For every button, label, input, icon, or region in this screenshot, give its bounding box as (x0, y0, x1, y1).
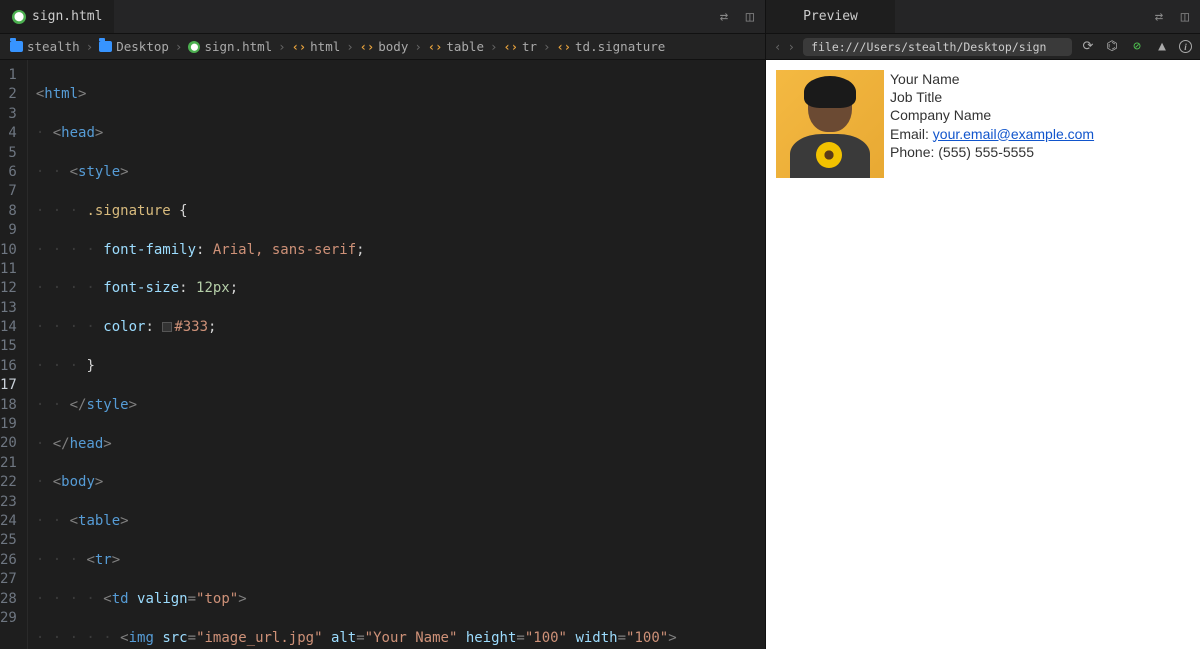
forward-icon[interactable]: › (788, 39, 796, 54)
folder-icon (99, 41, 112, 52)
split-editor-icon[interactable]: ◫ (741, 8, 759, 26)
signature-text: Your Name Job Title Company Name Email: … (890, 70, 1094, 161)
chevron-right-icon: › (541, 39, 553, 54)
breadcrumb-item[interactable]: Desktop (99, 39, 169, 54)
editor-tabs: ⬤ sign.html ⇄ ◫ (0, 0, 765, 33)
code-content[interactable]: <html> · <head> · · <style> · · · .signa… (28, 60, 765, 649)
signature-title: Job Title (890, 88, 1094, 106)
devtools-icon[interactable]: ⌬ (1104, 39, 1120, 54)
main-area: stealth › Desktop › ⬤sign.html › ‹›html … (0, 34, 1200, 649)
tab-sign-html[interactable]: ⬤ sign.html (0, 0, 115, 33)
tab-label: Preview (803, 9, 858, 24)
signature-table: Your Name Job Title Company Name Email: … (776, 70, 1190, 178)
tab-label: sign.html (32, 9, 102, 24)
chevron-right-icon: › (412, 39, 424, 54)
code-element-icon: ‹› (360, 40, 374, 54)
code-element-icon: ‹› (504, 40, 518, 54)
html-file-icon: ⬤ (188, 41, 200, 53)
breadcrumb-item[interactable]: ⬤sign.html (188, 39, 272, 54)
preview-document: Your Name Job Title Company Name Email: … (766, 60, 1200, 649)
breadcrumb-item[interactable]: ‹›html (292, 39, 341, 54)
html-file-icon: ⬤ (12, 10, 26, 24)
line-numbers: 1234567891011121314151617181920212223242… (0, 60, 28, 649)
breadcrumb-item[interactable]: stealth (10, 39, 80, 54)
preview-actions: ⌬ ⊘ ▲ i (1104, 39, 1192, 54)
signature-email-line: Email: your.email@example.com (890, 125, 1094, 143)
signature-email-link[interactable]: your.email@example.com (933, 126, 1094, 142)
nav-arrows: ‹ › (774, 39, 795, 54)
info-icon[interactable]: i (1179, 40, 1192, 53)
color-swatch (162, 322, 172, 332)
code-element-icon: ‹› (428, 40, 442, 54)
signature-phone-line: Phone: (555) 555-5555 (890, 143, 1094, 161)
compare-icon[interactable]: ⇄ (1150, 8, 1168, 26)
breadcrumb-item[interactable]: ‹›table (428, 39, 484, 54)
editor-pane: stealth › Desktop › ⬤sign.html › ‹›html … (0, 34, 765, 649)
preview-tab-actions: ⇄ ◫ (1150, 0, 1194, 33)
signature-name: Your Name (890, 70, 1094, 88)
tab-preview[interactable]: Preview (766, 0, 896, 33)
code-element-icon: ‹› (557, 40, 571, 54)
compare-icon[interactable]: ⇄ (715, 8, 733, 26)
code-editor[interactable]: 1234567891011121314151617181920212223242… (0, 60, 765, 649)
breadcrumb-item[interactable]: ‹›td.signature (557, 39, 666, 54)
chevron-right-icon: › (344, 39, 356, 54)
reload-icon[interactable]: ⟳ (1080, 39, 1096, 54)
signature-photo (776, 70, 884, 178)
folder-icon (10, 41, 23, 52)
signature-company: Company Name (890, 106, 1094, 124)
chevron-right-icon: › (173, 39, 185, 54)
breadcrumb-item[interactable]: ‹›body (360, 39, 409, 54)
back-icon[interactable]: ‹ (774, 39, 782, 54)
breadcrumb-item[interactable]: ‹›tr (504, 39, 538, 54)
url-bar[interactable]: file:///Users/stealth/Desktop/sign (803, 38, 1072, 56)
preview-pane: ‹ › file:///Users/stealth/Desktop/sign ⟳… (765, 34, 1200, 649)
code-element-icon: ‹› (292, 40, 306, 54)
url-text: file:///Users/stealth/Desktop/sign (811, 40, 1046, 54)
preview-toolbar: ‹ › file:///Users/stealth/Desktop/sign ⟳… (766, 34, 1200, 60)
editor-tab-actions: ⇄ ◫ (715, 0, 759, 33)
tab-bar: ⬤ sign.html ⇄ ◫ Preview ⇄ ◫ (0, 0, 1200, 34)
chevron-right-icon: › (488, 39, 500, 54)
chevron-right-icon: › (84, 39, 96, 54)
chevron-right-icon: › (276, 39, 288, 54)
warning-icon[interactable]: ▲ (1154, 39, 1170, 54)
split-editor-icon[interactable]: ◫ (1176, 8, 1194, 26)
preview-tabs: Preview ⇄ ◫ (765, 0, 1200, 33)
link-icon[interactable]: ⊘ (1129, 39, 1145, 54)
breadcrumb: stealth › Desktop › ⬤sign.html › ‹›html … (0, 34, 765, 60)
